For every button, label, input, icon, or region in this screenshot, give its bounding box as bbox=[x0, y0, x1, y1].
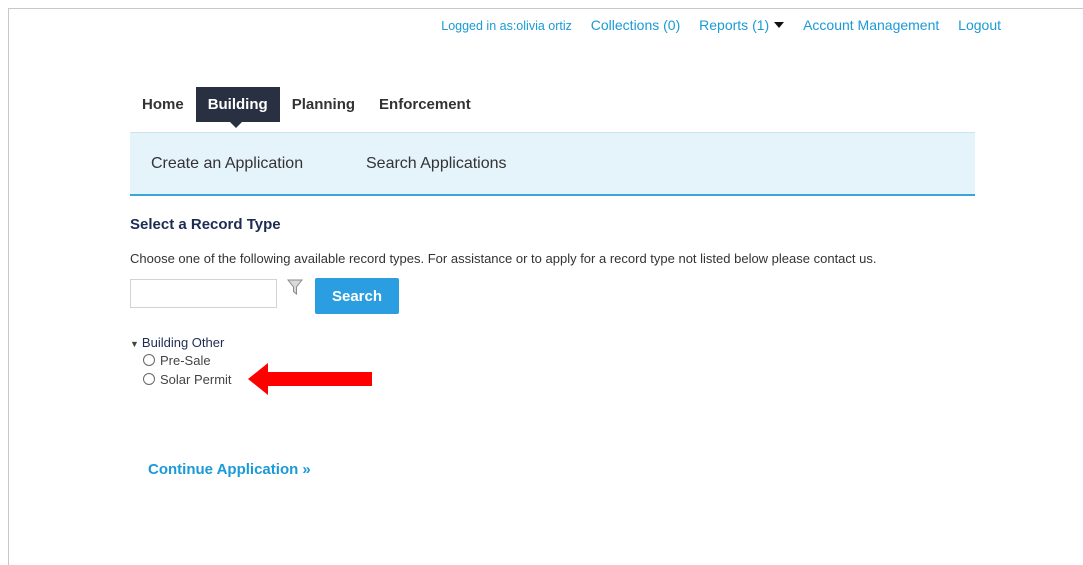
instructions-text: Choose one of the following available re… bbox=[130, 251, 877, 266]
search-applications-link[interactable]: Search Applications bbox=[366, 155, 507, 173]
record-type-search-input[interactable] bbox=[130, 279, 277, 308]
record-option-pre-sale[interactable]: Pre-Sale bbox=[143, 353, 211, 368]
record-option-solar-permit[interactable]: Solar Permit bbox=[143, 372, 232, 387]
main-tabs: Home Building Planning Enforcement bbox=[130, 87, 483, 128]
record-group-building-other[interactable]: ▼ Building Other bbox=[130, 335, 224, 350]
record-group-label[interactable]: Building Other bbox=[142, 335, 224, 350]
logged-in-user: Logged in as:olivia ortiz bbox=[441, 19, 572, 33]
caret-down-icon[interactable] bbox=[774, 22, 785, 28]
page-title: Select a Record Type bbox=[130, 216, 281, 233]
sub-navigation: Create an Application Search Application… bbox=[130, 132, 975, 196]
filter-funnel-icon[interactable] bbox=[287, 279, 303, 295]
solar-permit-radio[interactable] bbox=[143, 373, 155, 385]
top-navigation: Logged in as:olivia ortiz Collections (0… bbox=[0, 17, 1001, 33]
tab-building[interactable]: Building bbox=[195, 87, 280, 128]
reports-label[interactable]: Reports (1) bbox=[699, 17, 769, 33]
tab-planning[interactable]: Planning bbox=[280, 87, 367, 122]
continue-application-link[interactable]: Continue Application » bbox=[148, 461, 311, 478]
pre-sale-label[interactable]: Pre-Sale bbox=[160, 353, 211, 368]
pre-sale-radio[interactable] bbox=[143, 354, 155, 366]
account-management-link[interactable]: Account Management bbox=[803, 17, 939, 33]
tab-home[interactable]: Home bbox=[130, 87, 196, 122]
create-application-link[interactable]: Create an Application bbox=[151, 155, 303, 173]
tab-enforcement[interactable]: Enforcement bbox=[367, 87, 483, 122]
logout-link[interactable]: Logout bbox=[958, 17, 1001, 33]
window-border-left bbox=[8, 8, 9, 565]
solar-permit-label[interactable]: Solar Permit bbox=[160, 372, 232, 387]
search-button[interactable]: Search bbox=[315, 278, 399, 314]
window-border-top bbox=[8, 8, 1083, 9]
red-arrow-annotation-icon bbox=[248, 363, 372, 395]
reports-link[interactable]: Reports (1) bbox=[699, 17, 785, 33]
triangle-down-icon[interactable]: ▼ bbox=[130, 339, 139, 349]
collections-link[interactable]: Collections (0) bbox=[591, 17, 680, 33]
